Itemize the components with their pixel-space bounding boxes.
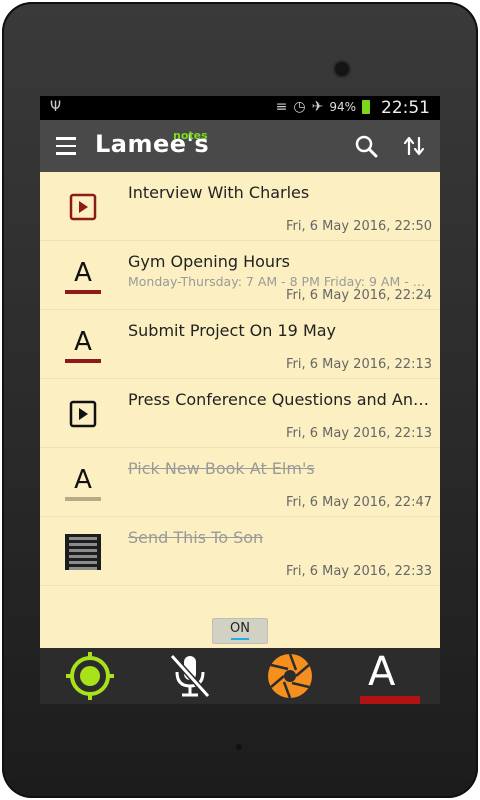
status-icons: ≡ ◷ ✈ 94% — [276, 99, 370, 115]
camera-button[interactable] — [240, 648, 340, 704]
note-title: Pick New Book At Elm's — [128, 459, 315, 478]
on-toggle-indicator — [231, 638, 249, 640]
note-title: Press Conference Questions and Answers — [128, 390, 433, 409]
menu-icon[interactable] — [56, 137, 76, 155]
bottom-toolbar: A — [40, 648, 440, 704]
location-button[interactable] — [40, 648, 140, 704]
note-date: Fri, 6 May 2016, 22:13 — [286, 426, 432, 441]
image-note-thumbnail — [65, 534, 101, 570]
vibrate-icon: ≡ — [275, 99, 288, 115]
note-item[interactable]: A Pick New Book At Elm's Fri, 6 May 2016… — [40, 448, 440, 517]
note-item[interactable]: Interview With Charles Fri, 6 May 2016, … — [40, 172, 440, 241]
usb-icon: Ψ — [50, 99, 62, 115]
note-item[interactable]: Press Conference Questions and Answers F… — [40, 379, 440, 448]
battery-percent: 94% — [329, 100, 356, 114]
mic-off-icon — [169, 653, 211, 699]
status-bar: Ψ ≡ ◷ ✈ 94% 22:51 — [40, 96, 440, 120]
front-camera — [335, 62, 349, 76]
screen: Ψ ≡ ◷ ✈ 94% 22:51 Lamee's notes Intervie… — [40, 96, 440, 704]
text-active-indicator — [360, 696, 420, 704]
on-toggle-label: ON — [230, 621, 250, 636]
on-toggle-button[interactable]: ON — [212, 618, 268, 644]
video-note-icon — [69, 400, 97, 428]
text-note-button[interactable]: A — [340, 648, 440, 704]
note-date: Fri, 6 May 2016, 22:50 — [286, 219, 432, 234]
notes-list: Interview With Charles Fri, 6 May 2016, … — [40, 172, 440, 586]
search-icon[interactable] — [354, 134, 378, 158]
note-date: Fri, 6 May 2016, 22:33 — [286, 564, 432, 579]
text-note-icon: A — [65, 327, 101, 363]
note-title: Interview With Charles — [128, 183, 310, 202]
audio-record-button[interactable] — [140, 648, 240, 704]
note-date: Fri, 6 May 2016, 22:13 — [286, 357, 432, 372]
note-date: Fri, 6 May 2016, 22:24 — [286, 288, 432, 303]
device-sensor — [236, 744, 242, 750]
camera-aperture-icon — [268, 653, 312, 699]
note-item[interactable]: Send This To Son Fri, 6 May 2016, 22:33 — [40, 517, 440, 586]
note-title: Gym Opening Hours — [128, 252, 290, 271]
battery-icon — [362, 100, 370, 114]
note-title: Send This To Son — [128, 528, 264, 547]
location-target-icon — [66, 652, 114, 700]
airplane-icon: ✈ — [311, 99, 324, 115]
video-note-icon — [69, 193, 97, 221]
note-item[interactable]: A Submit Project On 19 May Fri, 6 May 20… — [40, 310, 440, 379]
text-a-icon: A — [368, 649, 396, 695]
note-preview: Monday-Thursday: 7 AM - 8 PM Friday: 9 A… — [128, 274, 433, 289]
note-item[interactable]: A Gym Opening Hours Monday-Thursday: 7 A… — [40, 241, 440, 310]
text-note-icon: A — [65, 465, 101, 501]
alarm-icon: ◷ — [293, 99, 306, 115]
status-clock: 22:51 — [381, 98, 430, 118]
note-title: Submit Project On 19 May — [128, 321, 337, 340]
tablet-device: Ψ ≡ ◷ ✈ 94% 22:51 Lamee's notes Intervie… — [0, 0, 480, 800]
app-bar: Lamee's notes — [40, 120, 440, 172]
app-logo-sub: notes — [173, 129, 208, 142]
text-note-icon: A — [65, 258, 101, 294]
note-date: Fri, 6 May 2016, 22:47 — [286, 495, 432, 510]
sort-icon[interactable] — [402, 134, 426, 158]
